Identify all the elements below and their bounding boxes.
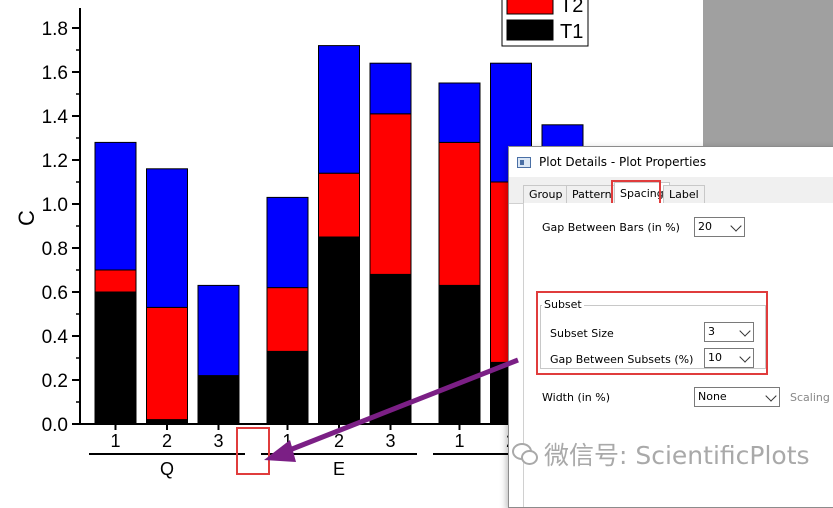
- tab-pattern[interactable]: Pattern: [566, 185, 618, 203]
- x-group-label: E: [333, 459, 345, 479]
- bar-segment: [318, 236, 360, 425]
- y-axis-label: C: [14, 210, 39, 226]
- y-tick-label: 1.8: [42, 19, 68, 40]
- y-tick-label: 0.6: [42, 283, 68, 304]
- wechat-icon: [512, 443, 538, 465]
- dialog-title-bar[interactable]: Plot Details - Plot Properties: [509, 147, 833, 177]
- y-tick-label: 1.0: [42, 195, 68, 216]
- width-label: Width (in %): [542, 391, 611, 404]
- y-tick-label: 0.8: [42, 239, 68, 260]
- x-subset-label: 2: [162, 431, 172, 451]
- tab-group[interactable]: Group: [523, 185, 569, 203]
- gap-between-bars-value: 20: [698, 220, 712, 233]
- gap-between-bars-combo[interactable]: 20: [694, 217, 745, 237]
- bar-segment: [146, 419, 188, 425]
- y-tick-label: 0.4: [42, 327, 69, 348]
- gap-between-bars-label: Gap Between Bars (in %): [542, 221, 680, 234]
- bar-segment: [438, 141, 481, 286]
- chevron-down-icon: [730, 220, 742, 232]
- bar-segment: [318, 172, 360, 238]
- x-subset-label: 1: [282, 431, 292, 451]
- y-tick-label: 1.6: [42, 63, 68, 84]
- window-app-icon: [517, 156, 531, 168]
- width-value: None: [698, 390, 727, 403]
- x-subset-label: 3: [385, 431, 395, 451]
- bar-segment: [266, 196, 309, 289]
- subset-highlight-box: [536, 291, 768, 375]
- bar-segment: [94, 141, 137, 271]
- bar-segment: [438, 82, 481, 143]
- x-group-label: Q: [160, 459, 174, 479]
- bar-segment: [369, 113, 412, 275]
- bar-segment: [369, 62, 412, 115]
- bar-segment: [438, 284, 481, 425]
- background-window-region: [703, 0, 833, 147]
- x-subset-label: 2: [334, 431, 344, 451]
- legend-label: T1: [560, 21, 583, 43]
- y-tick-label: 1.2: [42, 151, 68, 172]
- bar-segment: [146, 306, 188, 421]
- bar-segment: [197, 375, 240, 425]
- chevron-down-icon: [765, 390, 777, 402]
- x-subset-label: 1: [454, 431, 464, 451]
- legend-swatch: [506, 0, 554, 15]
- y-tick-label: 0.0: [42, 415, 68, 436]
- bar-segment: [94, 269, 137, 293]
- watermark: 微信号: ScientificPlots: [512, 436, 810, 472]
- x-subset-label: 1: [110, 431, 120, 451]
- dialog-title: Plot Details - Plot Properties: [539, 155, 707, 169]
- chart-legend: T2T1: [501, 0, 589, 47]
- watermark-text: 微信号: ScientificPlots: [544, 441, 810, 470]
- legend-label: T2: [560, 0, 583, 17]
- y-tick-label: 0.2: [42, 371, 68, 392]
- width-combo[interactable]: None: [694, 387, 780, 407]
- bar-segment: [369, 273, 412, 425]
- y-tick-label: 1.4: [42, 107, 69, 128]
- bar-segment: [266, 287, 309, 352]
- bar-segment: [146, 168, 188, 308]
- bar-segment: [94, 291, 137, 425]
- bar-segment: [318, 45, 360, 174]
- bar-segment: [197, 284, 240, 377]
- x-subset-label: 3: [213, 431, 223, 451]
- scaling-label: Scaling F: [790, 391, 833, 404]
- tab-label[interactable]: Label: [663, 185, 705, 203]
- dialog-tab-strip: Group Pattern Spacing Label: [509, 177, 833, 206]
- bar-segment: [266, 350, 309, 425]
- legend-swatch: [506, 19, 554, 41]
